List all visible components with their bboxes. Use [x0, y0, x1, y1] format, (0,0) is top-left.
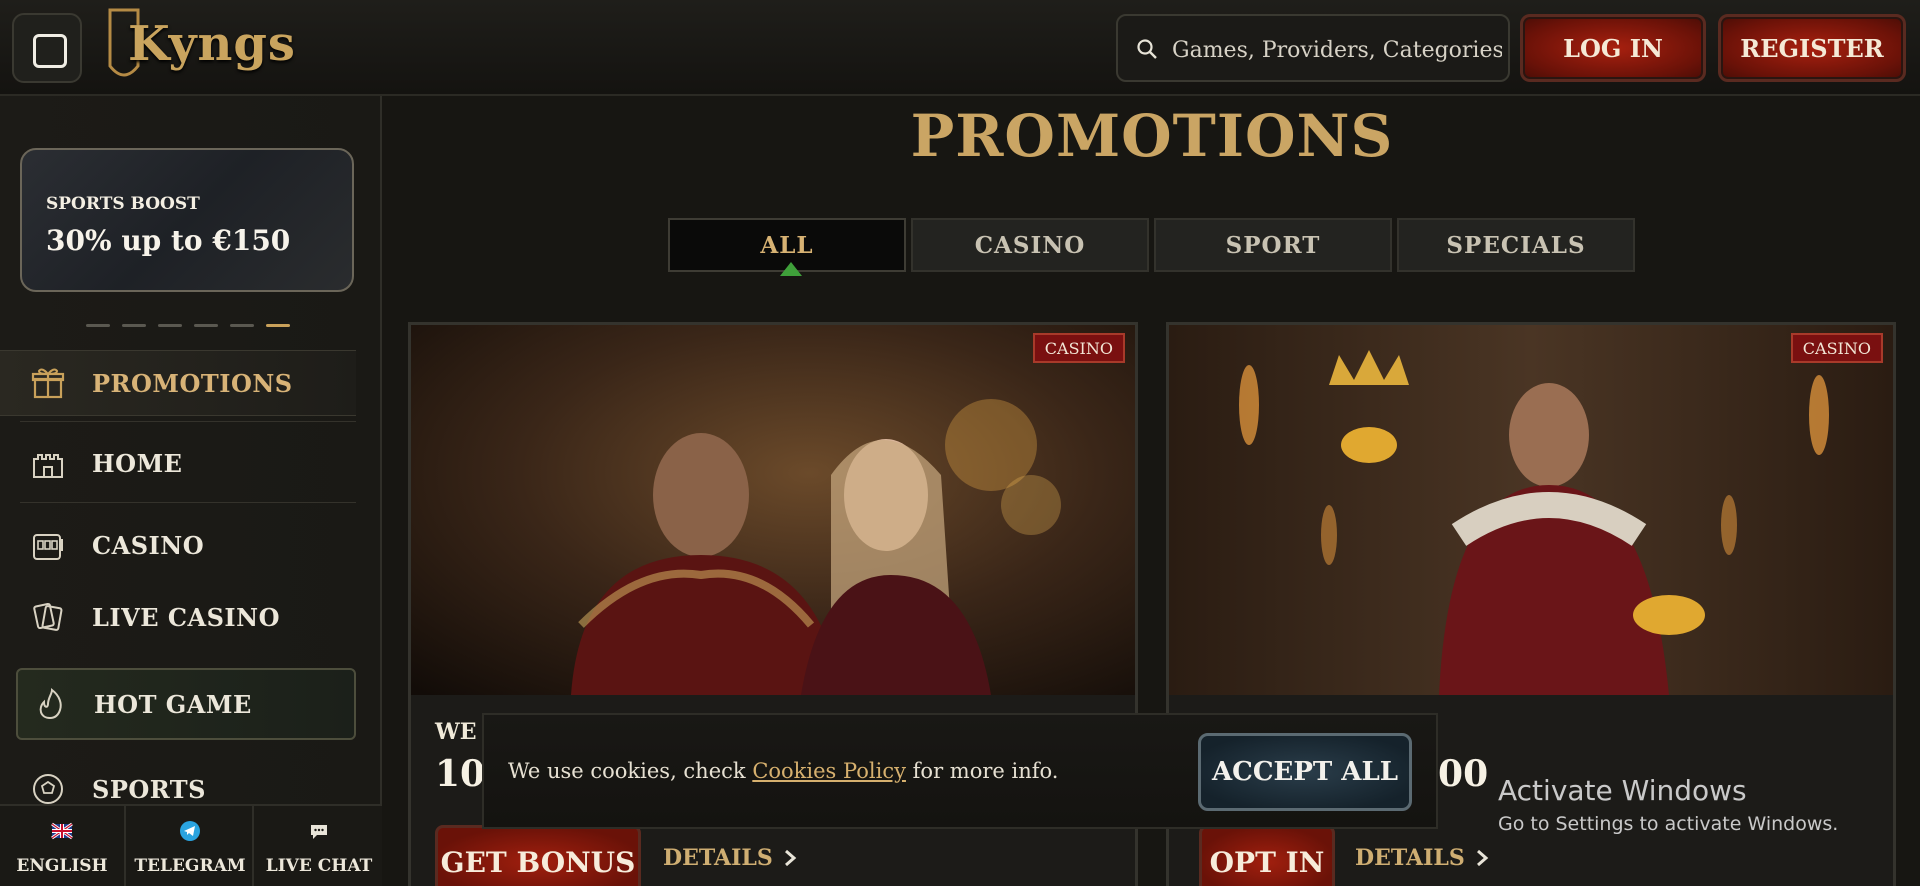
cookie-text-before: We use cookies, check [508, 759, 746, 783]
sports-boost-banner[interactable]: SPORTS BOOST 30% up to €150 [20, 148, 354, 292]
sidebar-divider [20, 502, 356, 503]
gift-icon [31, 368, 65, 399]
slot-machine-icon [33, 534, 63, 560]
tab-label: SPECIALS [1446, 231, 1586, 259]
top-header: Kyngs LOG IN REGISTER [0, 0, 1920, 96]
carousel-dot[interactable] [122, 324, 146, 327]
details-link[interactable]: DETAILS [1355, 845, 1489, 871]
search-icon [1137, 39, 1157, 59]
sidebar-item-label: HOME [92, 448, 183, 478]
carousel-dot[interactable] [86, 324, 110, 327]
get-bonus-button[interactable]: GET BONUS [435, 825, 641, 886]
cards-icon [33, 602, 63, 631]
sidebar-item-label: CASINO [92, 530, 205, 560]
windows-activation-watermark: Activate Windows Go to Settings to activ… [1498, 774, 1838, 835]
tab-all[interactable]: ALL [668, 218, 906, 276]
tab-casino[interactable]: CASINO [911, 218, 1149, 272]
sidebar-bottom-bar: ENGLISH TELEGRAM LIVE CHAT [0, 804, 382, 886]
live-chat-label: LIVE CHAT [265, 856, 373, 876]
watermark-subtitle: Go to Settings to activate Windows. [1498, 813, 1839, 835]
cookies-policy-link[interactable]: Cookies Policy [752, 759, 906, 783]
sidebar-divider [20, 421, 356, 422]
castle-icon [33, 454, 63, 478]
chevron-right-icon [784, 849, 797, 867]
flame-icon [39, 688, 62, 720]
carousel-dots [86, 324, 296, 328]
tab-label: SPORT [1225, 231, 1321, 259]
sidebar: SPORTS BOOST 30% up to €150 PROMOTIONS H… [0, 96, 382, 886]
promo-image-royal-couple[interactable] [411, 325, 1135, 695]
tab-specials[interactable]: SPECIALS [1397, 218, 1635, 272]
sidebar-item-home[interactable]: HOME [16, 430, 356, 496]
watermark-title: Activate Windows [1498, 774, 1747, 807]
cookie-banner: We use cookies, check Cookies Policy for… [482, 713, 1438, 829]
menu-button[interactable] [12, 13, 82, 83]
details-link[interactable]: DETAILS [663, 845, 797, 871]
banner-kicker: SPORTS BOOST [46, 194, 200, 214]
sidebar-item-hot-game[interactable]: HOT GAME [16, 668, 356, 740]
page-title: PROMOTIONS [910, 102, 1394, 170]
sidebar-item-label: PROMOTIONS [92, 368, 293, 398]
telegram-button[interactable]: TELEGRAM [128, 806, 254, 886]
menu-square-icon [33, 34, 67, 68]
promo-image-king-crown[interactable] [1169, 325, 1893, 695]
telegram-icon [180, 821, 200, 841]
search-box[interactable] [1116, 14, 1510, 82]
register-button[interactable]: REGISTER [1718, 14, 1906, 82]
active-tab-indicator [780, 262, 802, 276]
tab-label: ALL [760, 231, 814, 259]
details-label: DETAILS [1355, 845, 1465, 871]
chat-bubble-icon [311, 825, 327, 839]
telegram-label: TELEGRAM [134, 856, 246, 876]
tab-label: CASINO [974, 231, 1086, 259]
sidebar-item-casino[interactable]: CASINO [16, 512, 356, 578]
carousel-dot-active[interactable] [266, 324, 290, 327]
cookie-text-after: for more info. [912, 759, 1059, 783]
banner-headline: 30% up to €150 [46, 224, 291, 257]
promo-title: WE [435, 719, 477, 745]
sidebar-item-live-casino[interactable]: LIVE CASINO [16, 584, 356, 650]
carousel-dot[interactable] [230, 324, 254, 327]
category-badge: CASINO [1032, 333, 1125, 363]
sidebar-item-label: LIVE CASINO [92, 602, 280, 632]
chevron-right-icon [1476, 849, 1489, 867]
language-label: ENGLISH [16, 856, 108, 876]
carousel-dot[interactable] [194, 324, 218, 327]
category-badge: CASINO [1790, 333, 1883, 363]
opt-in-button[interactable]: OPT IN [1199, 825, 1335, 886]
sidebar-item-label: SPORTS [92, 774, 206, 804]
logo-text: Kyngs [128, 16, 296, 72]
language-button[interactable]: ENGLISH [0, 806, 126, 886]
details-label: DETAILS [663, 845, 773, 871]
accept-all-button[interactable]: ACCEPT ALL [1198, 733, 1412, 811]
sidebar-item-label: HOT GAME [94, 689, 252, 719]
login-button[interactable]: LOG IN [1520, 14, 1706, 82]
carousel-dot[interactable] [158, 324, 182, 327]
cookie-text: We use cookies, check Cookies Policy for… [508, 759, 1058, 783]
soccer-ball-icon [33, 774, 63, 804]
search-input[interactable] [1170, 30, 1504, 70]
tab-sport[interactable]: SPORT [1154, 218, 1392, 272]
sidebar-item-promotions[interactable]: PROMOTIONS [0, 350, 356, 416]
uk-flag-icon [51, 822, 73, 840]
live-chat-button[interactable]: LIVE CHAT [256, 806, 382, 886]
